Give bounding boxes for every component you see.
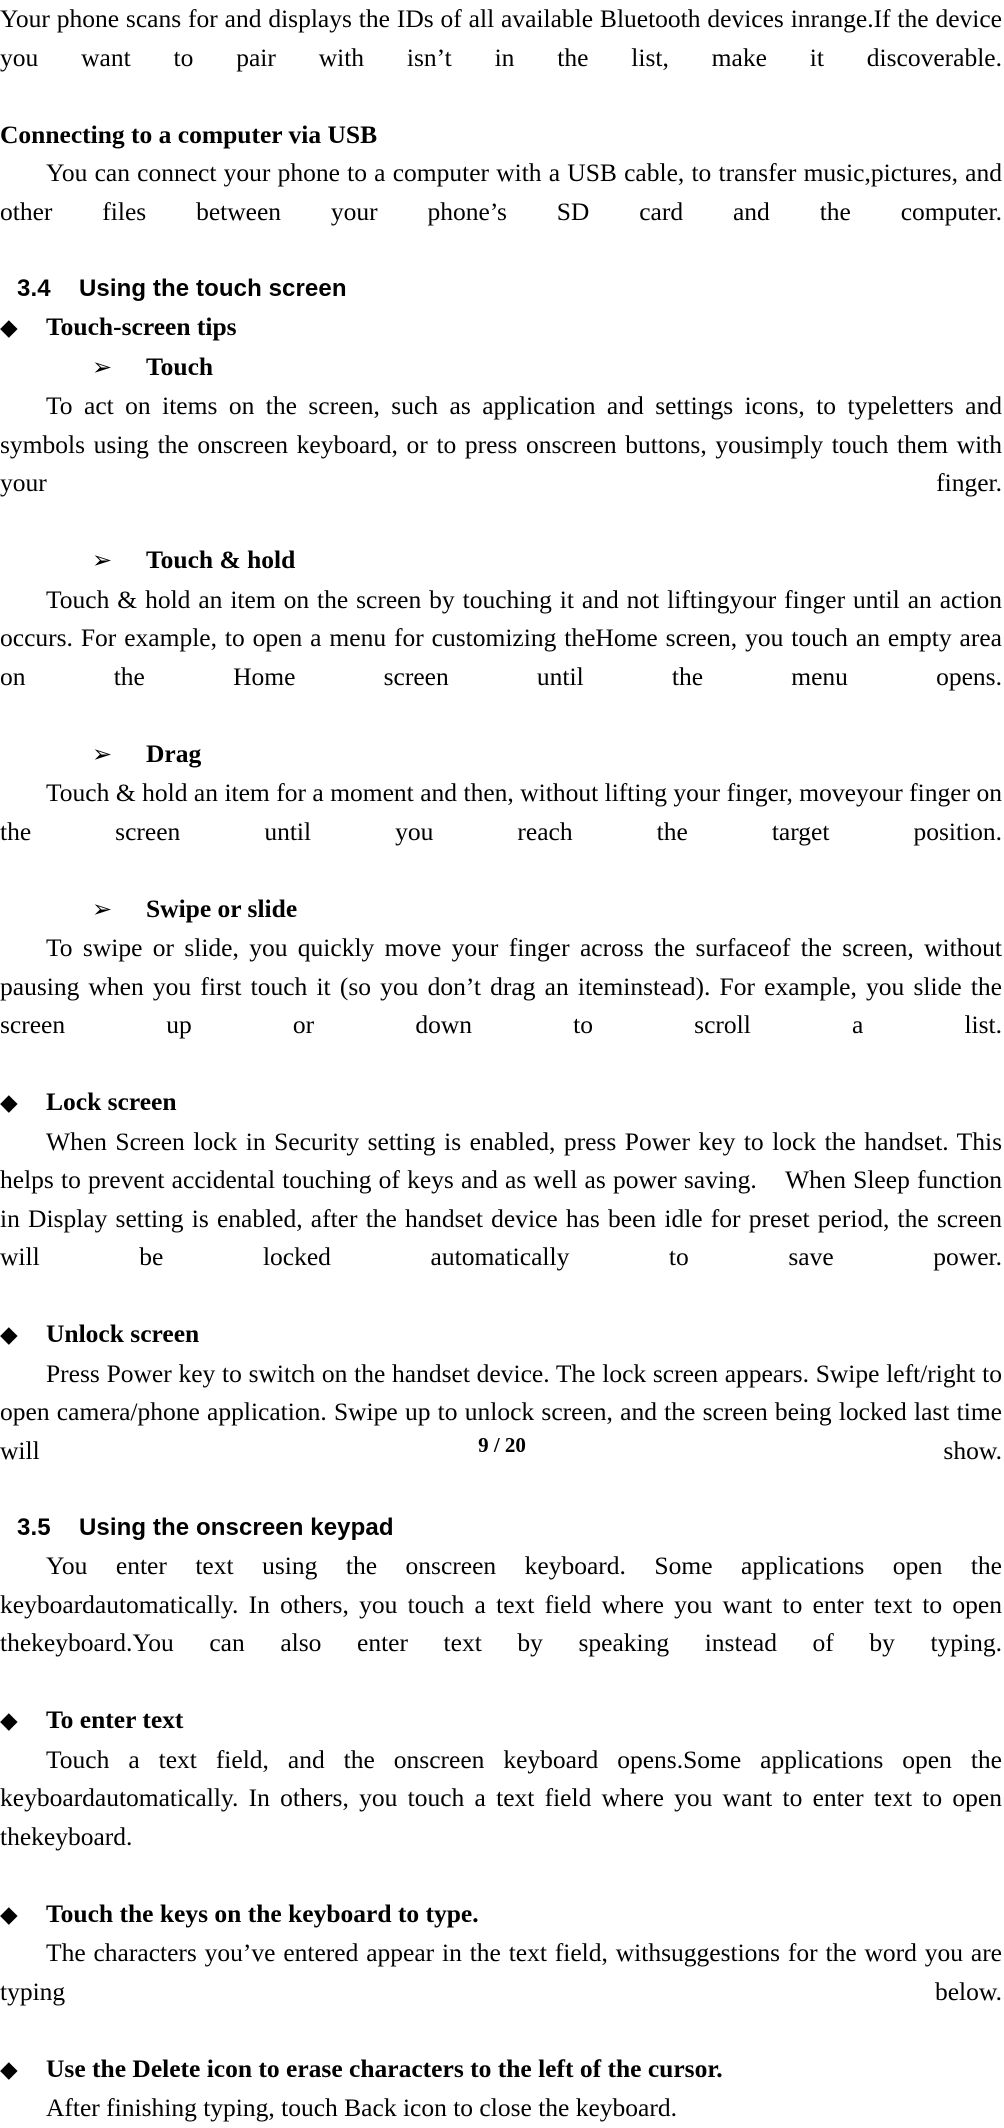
bullet-touch-keys: ◆ Touch the keys on the keyboard to type…: [0, 1895, 1002, 1935]
section-heading-3-4: 3.4 Using the touch screen: [0, 270, 1002, 309]
arrow-bullet-icon: ➢: [92, 548, 113, 574]
bullet-label: Unlock screen: [46, 1319, 200, 1348]
subbullet-label: Touch & hold: [146, 545, 296, 574]
subbullet-label: Touch: [146, 351, 214, 381]
bullet-label: Touch the keys on the keyboard to type.: [46, 1898, 479, 1928]
intro-paragraph: Your phone scans for and displays the ID…: [0, 4, 1002, 72]
bullet-label: Lock screen: [46, 1087, 177, 1116]
swipe-paragraph: To swipe or slide, you quickly move your…: [0, 933, 1002, 1039]
subbullet-swipe-or-slide: ➢ Swipe or slide: [0, 890, 1002, 930]
touch-paragraph: To act on items on the screen, such as a…: [0, 391, 1002, 497]
bullet-delete-icon: ◆ Use the Delete icon to erase character…: [0, 2050, 1002, 2090]
touch-keys-paragraph: The characters you’ve entered appear in …: [0, 1938, 1002, 2006]
bullet-label: To enter text: [46, 1705, 184, 1734]
subbullet-drag: ➢ Drag: [0, 735, 1002, 775]
section-title-3-5: Using the onscreen keypad: [79, 1513, 394, 1541]
subbullet-label: Drag: [146, 738, 202, 768]
drag-paragraph: Touch & hold an item for a moment and th…: [0, 778, 1002, 846]
bullet-touch-screen-tips: ◆ Touch-screen tips: [0, 308, 1002, 348]
arrow-bullet-icon: ➢: [92, 741, 113, 768]
bullet-unlock-screen: ◆ Unlock screen: [0, 1315, 1002, 1355]
diamond-bullet-icon: ◆: [0, 1090, 18, 1115]
diamond-bullet-icon: ◆: [0, 1708, 18, 1733]
usb-heading: Connecting to a computer via USB: [0, 119, 378, 149]
enter-text-paragraph: Touch a text field, and the onscreen key…: [0, 1744, 1002, 1851]
lock-screen-paragraph: When Screen lock in Security setting is …: [0, 1126, 1002, 1272]
diamond-bullet-icon: ◆: [0, 1901, 18, 1927]
delete-icon-paragraph: After finishing typing, touch Back icon …: [46, 2093, 677, 2122]
section-title-3-4: Using the touch screen: [79, 274, 347, 302]
subbullet-touch: ➢ Touch: [0, 348, 1002, 388]
section-number-3-5: 3.5: [17, 1513, 51, 1541]
subbullet-label: Swipe or slide: [146, 893, 298, 923]
subbullet-touch-and-hold: ➢ Touch & hold: [0, 541, 1002, 581]
diamond-bullet-icon: ◆: [0, 315, 18, 340]
diamond-bullet-icon: ◆: [0, 2056, 18, 2082]
section-number-3-4: 3.4: [17, 274, 51, 302]
page-number-footer: 9 / 20: [478, 1433, 526, 1457]
keypad-paragraph: You enter text using the onscreen keyboa…: [0, 1551, 1002, 1657]
section-heading-3-5: 3.5 Using the onscreen keypad: [0, 1509, 1002, 1548]
bullet-label: Touch-screen tips: [46, 312, 237, 341]
arrow-bullet-icon: ➢: [92, 896, 113, 923]
bullet-lock-screen: ◆ Lock screen: [0, 1083, 1002, 1123]
touch-and-hold-paragraph: Touch & hold an item on the screen by to…: [0, 584, 1002, 691]
document-page: Your phone scans for and displays the ID…: [0, 0, 1004, 2122]
bullet-to-enter-text: ◆ To enter text: [0, 1701, 1002, 1741]
usb-paragraph: You can connect your phone to a computer…: [0, 158, 1002, 226]
arrow-bullet-icon: ➢: [92, 354, 113, 381]
diamond-bullet-icon: ◆: [0, 1322, 18, 1347]
bullet-label: Use the Delete icon to erase characters …: [46, 2053, 723, 2083]
